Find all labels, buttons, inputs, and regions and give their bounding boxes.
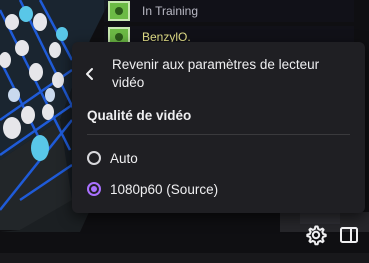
sidebar-panel-icon[interactable] — [338, 224, 360, 246]
user-avatar-icon — [108, 1, 130, 21]
quality-option-1080p60[interactable]: 1080p60 (Source) — [87, 177, 218, 201]
radio-button-selected[interactable] — [87, 182, 101, 196]
section-title: Qualité de vidéo — [87, 108, 192, 123]
player-bottom-bar — [0, 253, 369, 263]
quality-option-auto[interactable]: Auto — [87, 146, 138, 170]
chevron-left-icon — [80, 64, 100, 84]
player-controls — [0, 222, 369, 263]
overlay-card-text: In Training — [142, 4, 199, 18]
gear-icon[interactable] — [305, 224, 327, 246]
option-label: 1080p60 (Source) — [110, 181, 219, 197]
video-quality-menu: Revenir aux paramètres de lecteur vidéo … — [72, 42, 365, 213]
back-label: Revenir aux paramètres de lecteur vidéo — [112, 57, 320, 90]
divider — [87, 134, 350, 135]
overlay-card: In Training — [104, 0, 354, 22]
radio-button[interactable] — [87, 151, 101, 165]
back-to-player-settings-button[interactable]: Revenir aux paramètres de lecteur vidéo — [80, 54, 356, 96]
option-label: Auto — [110, 150, 138, 166]
